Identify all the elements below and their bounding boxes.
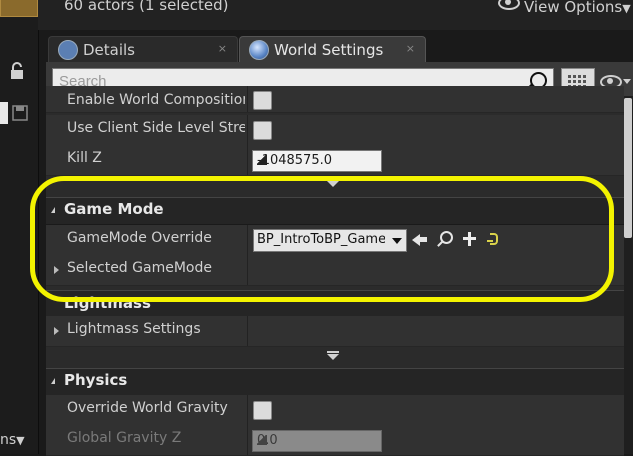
kill-z-value: -1048575.0: [257, 153, 332, 168]
actor-count-text: 60 actors (1 selected): [64, 0, 229, 14]
tab-world-settings-close-icon[interactable]: ×: [406, 42, 415, 55]
enable-world-composition-checkbox[interactable]: [253, 91, 272, 110]
property-row-kill-z: Kill Z -1048575.0: [46, 145, 624, 176]
save-icon[interactable]: [0, 102, 30, 124]
left-dropdown[interactable]: ns▼: [0, 432, 25, 448]
property-label: Lightmass Settings: [67, 321, 201, 337]
highlight-annotation: [30, 176, 614, 302]
view-options-label: View Options: [524, 0, 623, 16]
collapse-icon: [51, 378, 55, 384]
details-icon: [58, 40, 78, 60]
category-label: Physics: [64, 371, 128, 389]
property-label: Use Client Side Level Streaming: [67, 120, 245, 136]
column-divider: [247, 425, 248, 455]
chevron-down-icon: [623, 79, 631, 84]
lock-icon[interactable]: [10, 62, 26, 80]
property-row-override-world-gravity: Override World Gravity: [46, 395, 624, 426]
tab-details-label: Details: [83, 41, 136, 59]
column-divider: [247, 316, 248, 346]
expand-advanced-icon: [327, 354, 339, 360]
view-options-caret-icon: ▼: [622, 2, 631, 15]
drag-handle-icon[interactable]: [257, 155, 267, 165]
toolbar-button-partial[interactable]: [0, 0, 38, 17]
property-row-enable-world-composition: Enable World Composition: [46, 86, 624, 113]
expand-advanced-bar: [327, 351, 339, 353]
property-label: Enable World Composition: [67, 92, 245, 108]
left-dropdown-caret-icon: ▼: [16, 434, 25, 447]
tab-details-close-icon[interactable]: ×: [218, 42, 227, 55]
property-label: Override World Gravity: [67, 400, 228, 416]
column-divider: [247, 86, 248, 112]
global-gravity-z-field: 0.0: [252, 430, 382, 452]
property-label: Global Gravity Z: [67, 430, 182, 446]
expand-icon[interactable]: [54, 327, 59, 335]
property-row-lightmass-settings[interactable]: Lightmass Settings: [46, 316, 624, 347]
category-physics[interactable]: Physics: [46, 368, 624, 396]
property-label: Kill Z: [67, 150, 102, 166]
globe-icon: [249, 40, 269, 60]
drag-handle-icon: [257, 435, 267, 445]
column-divider: [247, 145, 248, 175]
advanced-expander[interactable]: [46, 349, 624, 363]
scrollbar-thumb[interactable]: [624, 98, 632, 238]
eye-icon: [498, 0, 520, 10]
column-divider: [247, 395, 248, 425]
tab-details[interactable]: Details ×: [48, 36, 238, 63]
property-row-global-gravity-z: Global Gravity Z 0.0: [46, 425, 624, 456]
kill-z-field[interactable]: -1048575.0: [252, 150, 382, 172]
view-options-button[interactable]: View Options▼: [498, 0, 631, 16]
override-world-gravity-checkbox[interactable]: [253, 401, 272, 420]
property-row-use-client-side-level-streaming: Use Client Side Level Streaming: [46, 115, 624, 146]
left-dropdown-label: ns: [0, 432, 17, 448]
tab-world-settings[interactable]: World Settings ×: [239, 36, 426, 63]
use-client-side-streaming-checkbox[interactable]: [253, 121, 272, 140]
tab-world-settings-label: World Settings: [274, 41, 384, 59]
column-divider: [247, 115, 248, 145]
